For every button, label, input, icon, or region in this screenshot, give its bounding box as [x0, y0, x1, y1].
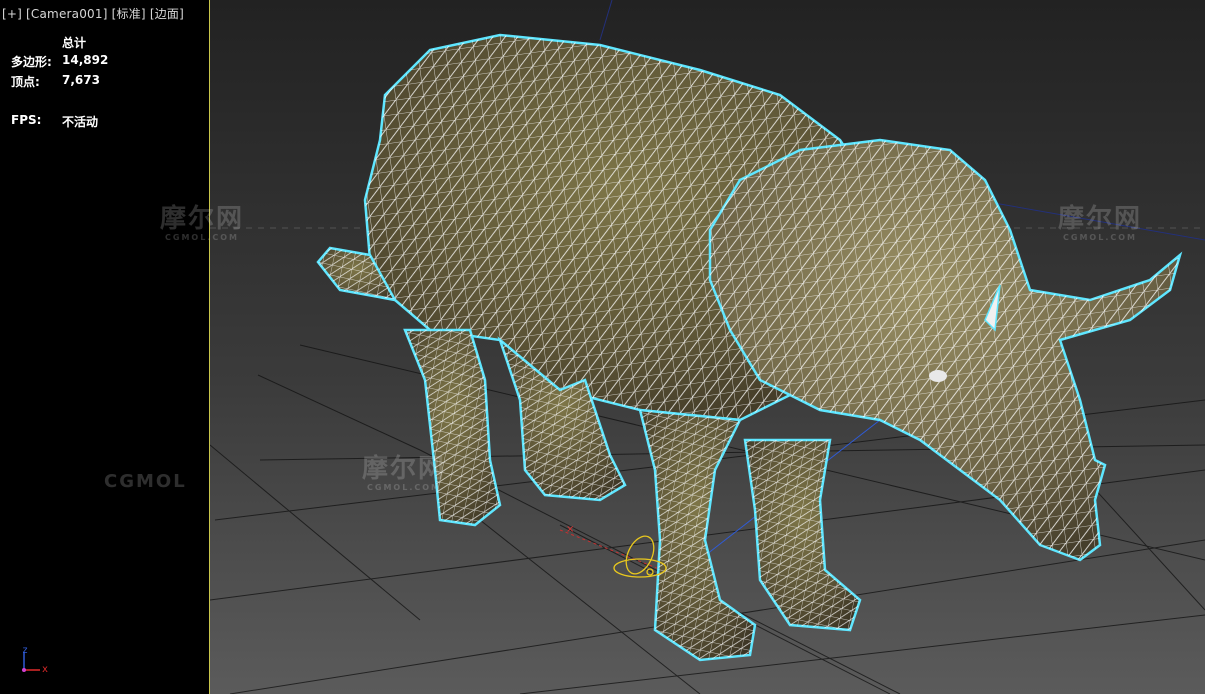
axis-tripod-icon [22, 652, 40, 672]
axis-x-label: x [42, 664, 49, 675]
viewport-menu-camera[interactable]: [Camera001] [26, 7, 108, 21]
svg-text:×: × [566, 524, 574, 535]
watermark-right: 摩尔网 CGMOL.COM [1058, 204, 1143, 242]
model-eye [929, 370, 947, 382]
viewport-label-menu[interactable]: [+] [Camera001] [标准] [边面] [2, 5, 184, 22]
viewport-menu-display[interactable]: [边面] [150, 7, 184, 21]
stats-fps-value: 不活动 [62, 115, 99, 129]
watermark-center: 摩尔网 CGMOL.COM [362, 454, 447, 492]
statistics-panel [0, 0, 210, 694]
stats-polygons-label: 多边形: [11, 55, 52, 69]
watermark-side: CGMOL [104, 471, 187, 492]
stats-vertices-value: 7,673 [62, 73, 100, 87]
viewport-camera001[interactable]: × [+] [Camera001] [标准] [边面] 总计 多边形: 14,8… [0, 0, 1205, 694]
watermark-left: 摩尔网 CGMOL.COM [160, 204, 245, 242]
viewport-menu-plus[interactable]: [+] [2, 7, 22, 21]
stats-fps-label: FPS: [11, 113, 42, 127]
axis-z-label: z [22, 645, 29, 656]
viewport-menu-shading[interactable]: [标准] [112, 7, 146, 21]
stats-polygons-value: 14,892 [62, 53, 109, 67]
stats-vertices-label: 顶点: [11, 75, 40, 89]
stats-header: 总计 [62, 36, 87, 50]
